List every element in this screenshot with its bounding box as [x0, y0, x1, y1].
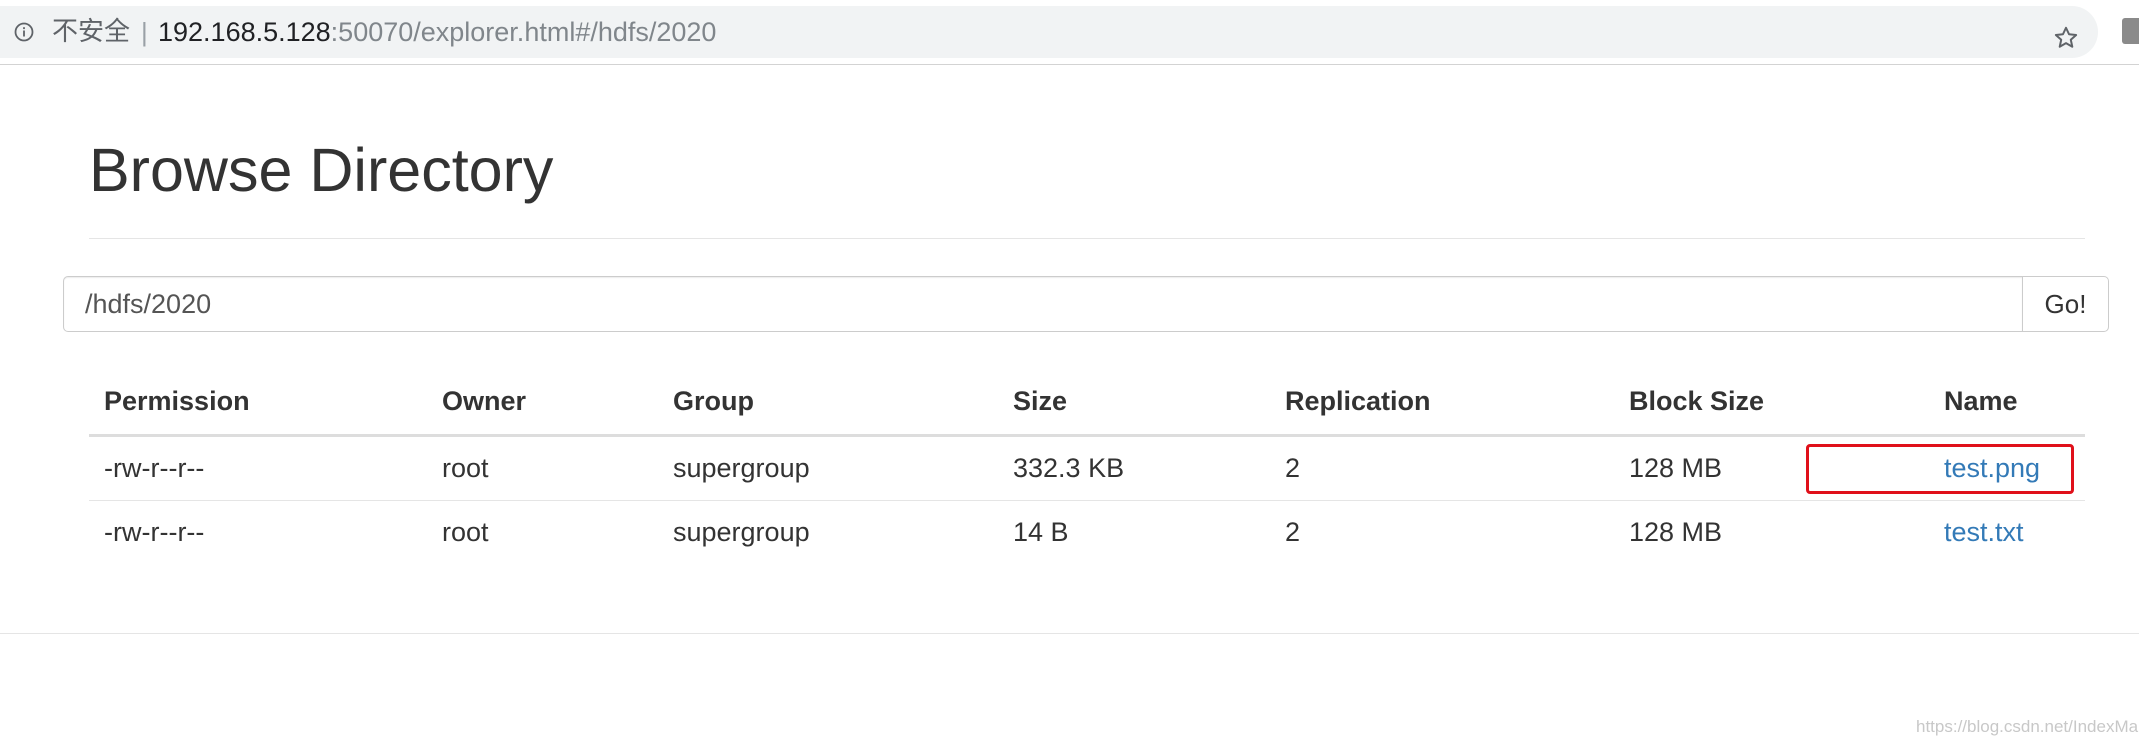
- watermark-text: https://blog.csdn.net/IndexMan: [1916, 717, 2139, 736]
- page-title: Browse Directory: [89, 136, 554, 204]
- column-header-owner[interactable]: Owner: [427, 368, 658, 437]
- name-cell: test.txt: [1929, 501, 2085, 565]
- column-header-permission[interactable]: Permission: [89, 368, 427, 437]
- replication-cell: 2: [1270, 435, 1614, 501]
- permission-cell: -rw-r--r--: [89, 435, 427, 501]
- column-header-name[interactable]: Name: [1929, 368, 2085, 437]
- column-header-block-size[interactable]: Block Size: [1614, 368, 1929, 437]
- column-header-size[interactable]: Size: [998, 368, 1270, 437]
- size-cell: 14 B: [1013, 517, 1069, 547]
- star-icon[interactable]: [2052, 24, 2080, 52]
- file-link-test-png[interactable]: test.png: [1944, 453, 2040, 483]
- go-button[interactable]: Go!: [2022, 276, 2109, 332]
- security-status-label[interactable]: 不安全: [52, 18, 130, 46]
- title-divider: [89, 238, 2085, 239]
- extension-icon[interactable]: [2122, 18, 2139, 44]
- group-cell: supergroup: [658, 435, 998, 501]
- block-size-cell: 128 MB: [1629, 517, 1723, 547]
- info-icon[interactable]: [14, 22, 34, 42]
- footer-divider: [0, 633, 2139, 634]
- size-cell: 332.3 KB: [998, 435, 1270, 501]
- block-size-cell: 128 MB: [1614, 435, 1929, 501]
- address-bar[interactable]: 不安全 | 192.168.5.128:50070/explorer.html#…: [0, 6, 2098, 58]
- permission-cell: -rw-r--r--: [104, 517, 205, 547]
- url-host: 192.168.5.128: [158, 17, 331, 47]
- address-divider: |: [141, 17, 148, 47]
- column-header-group[interactable]: Group: [658, 368, 998, 437]
- owner-cell: root: [427, 435, 658, 501]
- replication-cell: 2: [1285, 517, 1301, 547]
- file-link-test-txt[interactable]: test.txt: [1944, 517, 2024, 547]
- browser-toolbar: 不安全 | 192.168.5.128:50070/explorer.html#…: [0, 0, 2139, 65]
- group-cell: supergroup: [673, 517, 810, 547]
- owner-cell: root: [442, 517, 489, 547]
- table-row: -rw-r--r-- root supergroup 332.3 KB 2 12…: [89, 435, 2085, 501]
- url-text[interactable]: 192.168.5.128:50070/explorer.html#/hdfs/…: [158, 18, 716, 46]
- url-path: :50070/explorer.html#/hdfs/2020: [330, 17, 717, 47]
- table-row: -rw-r--r-- root supergroup 14 B 2 128 MB…: [89, 501, 2085, 565]
- table-header-row: Permission Owner Group Size Replication …: [89, 368, 2085, 437]
- directory-path-input[interactable]: [63, 276, 2023, 332]
- path-input-group: Go!: [63, 276, 2109, 332]
- file-listing-table: Permission Owner Group Size Replication …: [89, 368, 2085, 564]
- name-cell: test.png: [1929, 435, 2085, 501]
- column-header-replication[interactable]: Replication: [1270, 368, 1614, 437]
